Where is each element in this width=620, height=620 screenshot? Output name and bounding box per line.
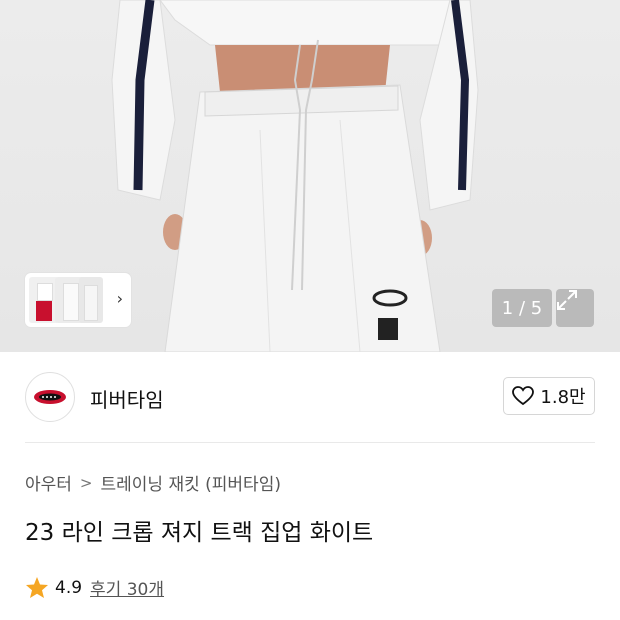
brand-logo-icon <box>34 390 66 404</box>
expand-button[interactable] <box>556 289 594 327</box>
breadcrumb: 아우터 > 트레이닝 재킷 (피버타임) <box>25 470 281 496</box>
chevron-right-icon[interactable]: › <box>117 289 123 308</box>
like-count: 1.8만 <box>540 387 586 408</box>
rating-summary: 4.9 후기 30개 <box>25 575 164 600</box>
chevron-right-icon: > <box>79 473 93 492</box>
rating-value: 4.9 <box>55 577 83 598</box>
product-title: 23 라인 크롭 져지 트랙 집업 화이트 <box>25 520 374 546</box>
brand-name[interactable]: 피버타임 <box>90 384 164 413</box>
product-image-gallery[interactable]: › 1 / 5 <box>0 0 620 352</box>
image-counter: 1 / 5 <box>492 289 552 327</box>
breadcrumb-category[interactable]: 아우터 <box>25 470 72 495</box>
divider <box>25 442 595 443</box>
reviews-link[interactable]: 후기 30개 <box>90 575 164 600</box>
heart-icon <box>512 386 535 406</box>
expand-icon <box>557 290 577 310</box>
thumbnail-strip[interactable]: › <box>25 273 131 327</box>
brand-row: 피버타임 1.8만 <box>0 352 620 442</box>
thumbnail-3[interactable] <box>79 277 103 323</box>
like-button[interactable]: 1.8만 <box>503 377 595 415</box>
thumbnail-images[interactable] <box>29 277 103 323</box>
brand-logo[interactable] <box>25 372 75 422</box>
star-icon <box>26 577 48 598</box>
breadcrumb-subcategory[interactable]: 트레이닝 재킷 (피버타임) <box>101 470 281 495</box>
